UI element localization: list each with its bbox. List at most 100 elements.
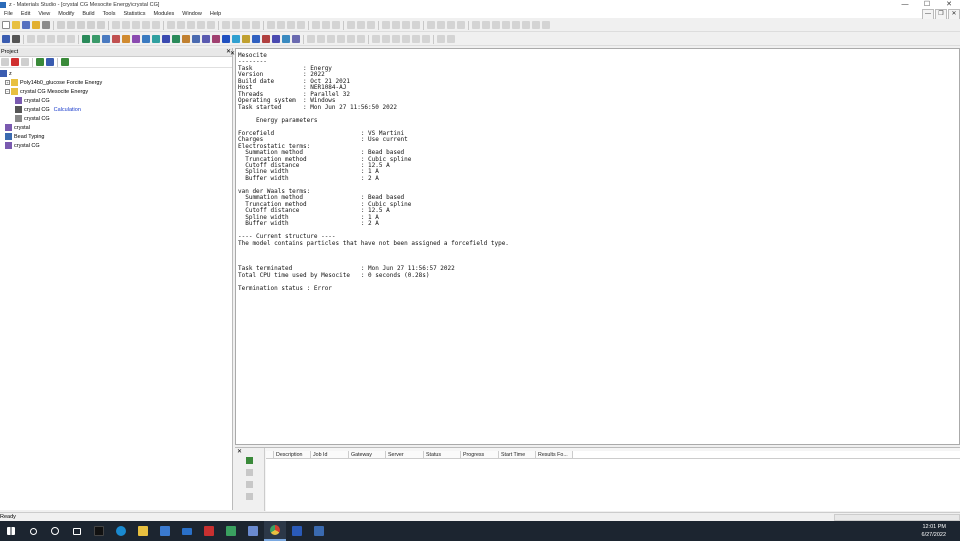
color-icon[interactable]	[357, 21, 365, 29]
measure-icon[interactable]	[207, 21, 215, 29]
reflex-icon[interactable]	[202, 35, 210, 43]
column-header-start-time[interactable]: Start Time	[499, 451, 536, 458]
document-close-icon[interactable]: ✕	[230, 50, 235, 57]
import-icon[interactable]	[32, 21, 40, 29]
taskbar-app-edge[interactable]	[110, 521, 132, 541]
job-download-icon[interactable]	[246, 481, 253, 488]
tree-item-link[interactable]: Calculation	[54, 107, 81, 113]
toolbar-button-icon[interactable]	[522, 21, 530, 29]
qmera-icon[interactable]	[192, 35, 200, 43]
adsorption-locator-icon[interactable]	[262, 35, 270, 43]
close-button[interactable]: ✕	[938, 0, 960, 9]
conformers-icon[interactable]	[272, 35, 280, 43]
toolbar-button-icon[interactable]	[422, 35, 430, 43]
polymorph-icon[interactable]	[182, 35, 190, 43]
taskbar-app-window[interactable]	[308, 521, 330, 541]
save-icon[interactable]	[22, 21, 30, 29]
amorphous-cell-icon[interactable]	[112, 35, 120, 43]
toolbar-button-icon[interactable]	[482, 21, 490, 29]
toolbar-button-icon[interactable]	[37, 35, 45, 43]
tree-item[interactable]: + Poly14b0_glucose Forcite Energy	[0, 78, 232, 87]
text-icon[interactable]	[347, 21, 355, 29]
menu-statistics[interactable]: Statistics	[119, 11, 149, 17]
blends-icon[interactable]	[132, 35, 140, 43]
display-style-icon[interactable]	[252, 21, 260, 29]
task-view-button[interactable]	[66, 521, 88, 541]
taskbar-app-word[interactable]	[286, 521, 308, 541]
toolbar-button-icon[interactable]	[437, 21, 445, 29]
menu-view[interactable]: View	[34, 11, 54, 17]
print-icon[interactable]	[42, 21, 50, 29]
toolbar-button-icon[interactable]	[532, 21, 540, 29]
dmol3-icon[interactable]	[92, 35, 100, 43]
visualizer-icon[interactable]	[222, 35, 230, 43]
toolbar-button-icon[interactable]	[472, 21, 480, 29]
tree-item[interactable]: crystal	[0, 123, 232, 132]
tree-item[interactable]: Bead Typing	[0, 132, 232, 141]
taskbar-app-red[interactable]	[198, 521, 220, 541]
taskbar-app-green[interactable]	[220, 521, 242, 541]
taskbar-app-file-explorer[interactable]	[132, 521, 154, 541]
qsar-icon[interactable]	[242, 35, 250, 43]
sorption-icon[interactable]	[122, 35, 130, 43]
symmetry-icon[interactable]	[277, 21, 285, 29]
forcite-icon[interactable]	[102, 35, 110, 43]
filter-icon[interactable]	[412, 21, 420, 29]
job-stop-icon[interactable]	[246, 469, 253, 476]
toolbar-button-icon[interactable]	[427, 21, 435, 29]
label-icon[interactable]	[242, 21, 250, 29]
toolbar-button-icon[interactable]	[57, 35, 65, 43]
zoom-icon[interactable]	[142, 21, 150, 29]
mesocite-icon[interactable]	[142, 35, 150, 43]
tree-item[interactable]: crystal CG	[0, 114, 232, 123]
stats-icon[interactable]	[402, 21, 410, 29]
taskbar-app-blue[interactable]	[242, 521, 264, 541]
maximize-button[interactable]: ☐	[916, 0, 938, 9]
morphology-icon[interactable]	[172, 35, 180, 43]
tree-expander-icon[interactable]: −	[5, 89, 10, 94]
job-refresh-icon[interactable]	[246, 457, 253, 464]
hydrogen-icon[interactable]	[232, 21, 240, 29]
toolbar-button-icon[interactable]	[542, 21, 550, 29]
gulp-icon[interactable]	[162, 35, 170, 43]
text-document[interactable]: Mesocite -------- Task : Energy Version : 2…	[236, 52, 959, 292]
clean-icon[interactable]	[222, 21, 230, 29]
tree-item[interactable]: z	[0, 69, 232, 78]
graph-icon[interactable]	[392, 21, 400, 29]
taskbar-app-mail[interactable]	[176, 521, 198, 541]
column-header-description[interactable]: Description	[274, 451, 311, 458]
menu-modify[interactable]: Modify	[54, 11, 78, 17]
sketch-ring-icon[interactable]	[177, 21, 185, 29]
onetep-icon[interactable]	[252, 35, 260, 43]
select-icon[interactable]	[112, 21, 120, 29]
sketch-chain-icon[interactable]	[187, 21, 195, 29]
refresh-icon[interactable]	[36, 58, 44, 66]
menu-file[interactable]: File	[0, 11, 17, 17]
toolbar-button-icon[interactable]	[67, 35, 75, 43]
toolbar-button-icon[interactable]	[502, 21, 510, 29]
toolbar-button-icon[interactable]	[457, 21, 465, 29]
search-button[interactable]	[22, 521, 44, 541]
castep-icon[interactable]	[82, 35, 90, 43]
taskbar-app-chrome[interactable]	[264, 521, 286, 541]
toolbar-button-icon[interactable]	[357, 35, 365, 43]
column-header-status[interactable]: Status	[424, 451, 461, 458]
font-icon[interactable]	[367, 21, 375, 29]
menu-modules[interactable]: Modules	[149, 11, 178, 17]
toolbar-button-icon[interactable]	[382, 35, 390, 43]
tree-item[interactable]: crystal CG Calculation	[0, 105, 232, 114]
filter-icon[interactable]	[21, 58, 29, 66]
toolbar-button-icon[interactable]	[402, 35, 410, 43]
toolbar-button-icon[interactable]	[327, 35, 335, 43]
cortana-button[interactable]	[44, 521, 66, 541]
new-folder-icon[interactable]	[1, 58, 9, 66]
translate-icon[interactable]	[132, 21, 140, 29]
toolbar-button-icon[interactable]	[512, 21, 520, 29]
rotate-icon[interactable]	[122, 21, 130, 29]
toolbar-button-icon[interactable]	[347, 35, 355, 43]
taskbar-app-materials-studio[interactable]	[88, 521, 110, 541]
sort-icon[interactable]	[46, 58, 54, 66]
align-icon[interactable]	[267, 21, 275, 29]
menu-tools[interactable]: Tools	[99, 11, 120, 17]
jobs-close-icon[interactable]: ✕	[237, 448, 242, 455]
